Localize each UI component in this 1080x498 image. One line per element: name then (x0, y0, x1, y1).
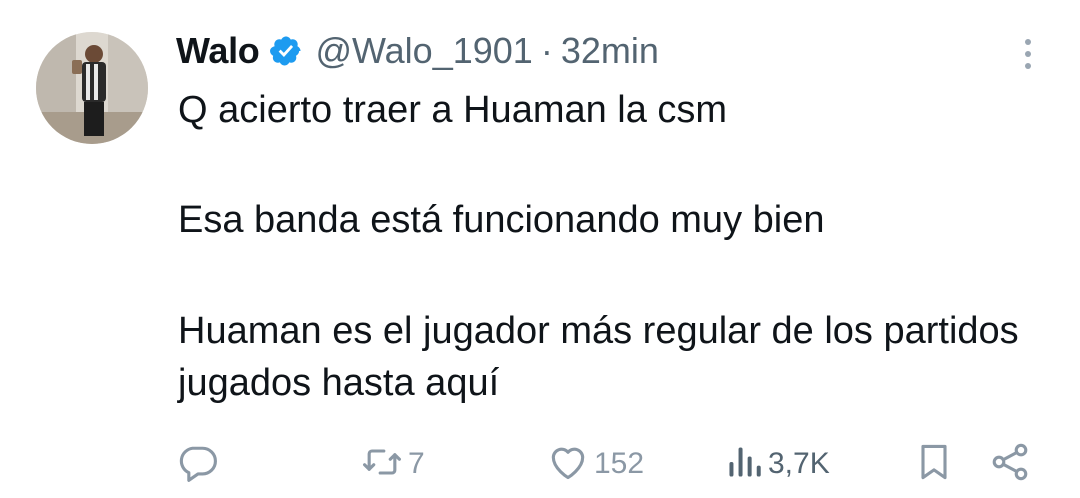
retweet-icon (360, 440, 404, 489)
tweet-paragraph: Q acierto traer a Huaman la csm (178, 89, 728, 131)
views-icon (724, 440, 764, 489)
action-bar: 7 152 3,7K (176, 440, 1046, 488)
like-button[interactable]: 152 (546, 440, 644, 488)
avatar-photo (36, 32, 148, 144)
share-icon (988, 440, 1032, 489)
tweet-paragraph: Huaman es el jugador más regular de los … (178, 310, 1019, 404)
handle[interactable]: @Walo_1901 (315, 30, 532, 72)
avatar[interactable] (36, 32, 148, 144)
share-button[interactable] (988, 440, 1032, 488)
reply-button[interactable] (176, 440, 224, 488)
more-vertical-icon[interactable] (1016, 36, 1040, 72)
timestamp[interactable]: 32min (561, 30, 659, 72)
heart-icon (546, 440, 590, 489)
bookmark-button[interactable] (912, 440, 956, 488)
views-count: 3,7K (768, 447, 830, 480)
bookmark-icon (912, 440, 956, 489)
tweet-header: Walo @Walo_1901 · 32min (176, 26, 659, 76)
tweet-paragraph: Esa banda está funcionando muy bien (178, 199, 825, 241)
tweet[interactable]: Walo @Walo_1901 · 32min Q acierto traer … (0, 0, 1080, 498)
separator-dot: · (540, 30, 553, 71)
retweet-button[interactable]: 7 (360, 440, 425, 488)
display-name[interactable]: Walo (176, 30, 260, 72)
like-count: 152 (594, 447, 645, 480)
verified-badge-icon (269, 34, 303, 68)
reply-icon (176, 440, 220, 489)
retweet-count: 7 (408, 447, 425, 480)
views-button[interactable]: 3,7K (724, 440, 830, 488)
